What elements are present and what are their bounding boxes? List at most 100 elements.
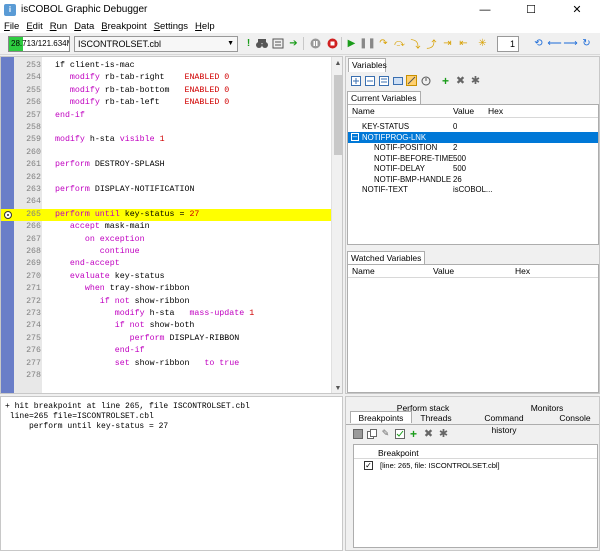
goto-line-icon[interactable]: [271, 37, 284, 50]
variable-row[interactable]: NOTIF-TEXT isCOBOL...: [348, 184, 598, 195]
variable-row[interactable]: – NOTIFPROG-LNK: [348, 131, 598, 143]
code-line[interactable]: 257 end-if: [1, 110, 331, 122]
breakpoint-list-icon[interactable]: [352, 428, 363, 439]
col-value[interactable]: Value: [453, 106, 474, 116]
code-line[interactable]: 278: [1, 370, 331, 382]
debug-output[interactable]: + hit breakpoint at line 265, file ISCON…: [0, 396, 343, 551]
code-line[interactable]: 264: [1, 196, 331, 208]
step-count-spinner[interactable]: 1: [497, 36, 519, 52]
search-variable-icon[interactable]: [378, 75, 389, 86]
watched-variables-table[interactable]: Name Value Hex: [347, 264, 599, 393]
code-line[interactable]: 272 if not show-ribbon: [1, 296, 331, 308]
code-line[interactable]: 266 accept mask-main: [1, 221, 331, 233]
reload-icon[interactable]: ↻: [580, 37, 593, 50]
memory-indicator[interactable]: 28.713/121.634Mb: [8, 36, 70, 52]
add-watch-icon[interactable]: +: [440, 74, 451, 88]
remove-all-breakpoints-icon[interactable]: ✱: [438, 428, 449, 440]
code-line[interactable]: 253 if client-is-mac: [1, 60, 331, 72]
code-line[interactable]: 259 modify h-sta visible 1: [1, 134, 331, 146]
maximize-button[interactable]: ☐: [508, 0, 554, 19]
tab-variables[interactable]: Variables: [348, 58, 387, 72]
expand-icon[interactable]: [350, 75, 361, 86]
gc-icon[interactable]: !: [242, 37, 255, 50]
current-line[interactable]: 265 perform until key-status = 27: [1, 208, 331, 221]
run-icon[interactable]: ▶: [345, 37, 358, 50]
animate-icon[interactable]: ✳: [476, 37, 489, 50]
menu-help[interactable]: Help: [195, 21, 215, 32]
scroll-up-icon[interactable]: ▲: [332, 57, 342, 69]
tab-command-history[interactable]: Command history: [472, 412, 536, 435]
col-hex[interactable]: Hex: [488, 106, 503, 116]
menu-file[interactable]: File: [4, 21, 19, 32]
collapse-icon[interactable]: [364, 75, 375, 86]
watch-icon[interactable]: [420, 75, 431, 86]
back-icon[interactable]: ⟵: [547, 37, 561, 50]
tab-console[interactable]: Console: [556, 412, 594, 424]
code-line[interactable]: 270 evaluate key-status: [1, 271, 331, 283]
variable-row[interactable]: NOTIF-BEFORE-TIME 500: [348, 153, 598, 164]
minimize-button[interactable]: —: [462, 0, 508, 19]
editor-scrollbar[interactable]: ▲ ▼: [331, 57, 342, 393]
copy-icon[interactable]: [366, 428, 377, 439]
menu-settings[interactable]: Settings: [154, 21, 188, 32]
step-into-icon[interactable]: ⤵: [409, 37, 422, 51]
code-line[interactable]: 260: [1, 147, 331, 159]
menu-run[interactable]: Run: [50, 21, 67, 32]
breakpoint-list[interactable]: Breakpoint ✓ [line: 265, file: ISCONTROL…: [353, 444, 598, 548]
condition-icon[interactable]: [394, 428, 405, 439]
file-select[interactable]: ISCONTROLSET.cbl ▼: [74, 36, 238, 52]
code-line[interactable]: 254 modify rb-tab-right ENABLED 0: [1, 72, 331, 84]
forward-arrow-icon[interactable]: ➔: [287, 37, 300, 50]
code-line[interactable]: 256 modify rb-tab-left ENABLED 0: [1, 97, 331, 109]
menu-edit[interactable]: Edit: [26, 21, 42, 32]
tab-threads[interactable]: Threads: [418, 412, 454, 424]
watched-col-name[interactable]: Name: [352, 266, 375, 276]
code-line[interactable]: 263 perform DISPLAY-NOTIFICATION: [1, 184, 331, 196]
variable-row[interactable]: NOTIF-DELAY 500: [348, 163, 598, 174]
run-to-cursor-icon[interactable]: ⇥: [441, 37, 454, 50]
col-name[interactable]: Name: [352, 106, 375, 116]
variable-row[interactable]: NOTIF-BMP-HANDLE 26: [348, 174, 598, 185]
remove-watch-icon[interactable]: ✖: [455, 75, 466, 87]
binoculars-icon[interactable]: [255, 37, 268, 50]
code-line[interactable]: 276 end-if: [1, 345, 331, 357]
current-variables-table[interactable]: Name Value Hex KEY-STATUS 0– NOTIFPROG-LNK…: [347, 104, 599, 245]
collapse-node-icon[interactable]: –: [351, 132, 359, 141]
scroll-thumb[interactable]: [334, 75, 342, 155]
display-variable-icon[interactable]: [392, 75, 403, 86]
tab-breakpoints[interactable]: Breakpoints: [350, 411, 412, 423]
variable-row[interactable]: NOTIF-POSITION 2: [348, 142, 598, 153]
refresh-icon[interactable]: ⟲: [532, 37, 545, 50]
breakpoint-enabled-checkbox[interactable]: ✓: [364, 461, 373, 470]
menu-breakpoint[interactable]: Breakpoint: [101, 21, 146, 32]
code-line[interactable]: 271 when tray-show-ribbon: [1, 283, 331, 295]
remove-all-icon[interactable]: ✱: [470, 75, 481, 87]
code-line[interactable]: 275 perform DISPLAY-RIBBON: [1, 333, 331, 345]
code-line[interactable]: 267 on exception: [1, 234, 331, 246]
code-line[interactable]: 255 modify rb-tab-bottom ENABLED 0: [1, 85, 331, 97]
code-line[interactable]: 262: [1, 172, 331, 184]
code-line[interactable]: 274 if not show-both: [1, 320, 331, 332]
stop-icon[interactable]: [326, 37, 339, 50]
breakpoint-marker-icon[interactable]: [4, 210, 12, 219]
remove-breakpoint-icon[interactable]: ✖: [423, 428, 434, 440]
code-line[interactable]: 273 modify h-sta mass-update 1: [1, 308, 331, 320]
code-editor[interactable]: 253 if client-is-mac 254 modify rb-tab-rig…: [0, 56, 343, 394]
jump-icon[interactable]: ⇤: [457, 37, 470, 50]
code-line[interactable]: 258: [1, 122, 331, 134]
code-line[interactable]: 268 continue: [1, 246, 331, 258]
step-icon[interactable]: ↷: [377, 37, 390, 50]
forward-icon[interactable]: ⟶: [563, 37, 577, 50]
code-line[interactable]: 261 perform DESTROY-SPLASH: [1, 159, 331, 171]
step-over-icon[interactable]: ⤼: [393, 37, 406, 50]
code-line[interactable]: 277 set show-ribbon to true: [1, 358, 331, 370]
pause-run-icon[interactable]: ❚❚: [359, 37, 376, 50]
code-line[interactable]: 269 end-accept: [1, 258, 331, 270]
pause-icon[interactable]: [309, 37, 322, 50]
breakpoint-entry[interactable]: [line: 265, file: ISCONTROLSET.cbl]: [380, 461, 500, 470]
variable-row[interactable]: KEY-STATUS 0: [348, 121, 598, 132]
menu-data[interactable]: Data: [74, 21, 94, 32]
auto-display-icon[interactable]: [406, 75, 417, 86]
watched-col-value[interactable]: Value: [433, 266, 454, 276]
close-button[interactable]: ✕: [554, 0, 600, 19]
